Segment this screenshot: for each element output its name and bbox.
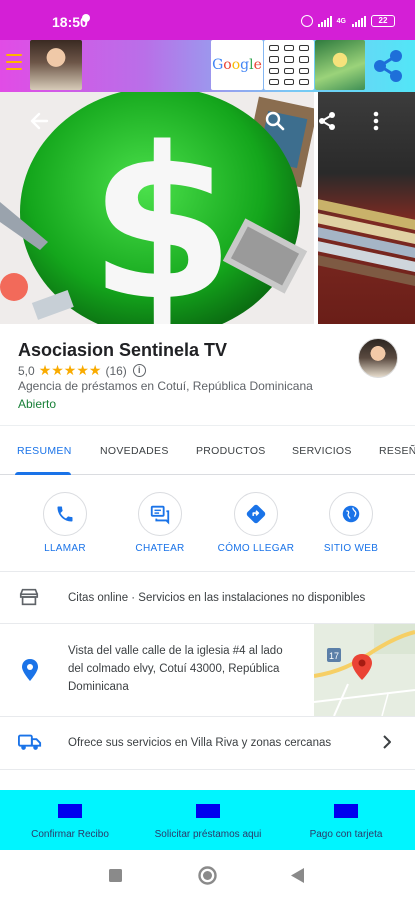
directions-icon[interactable] <box>234 492 278 536</box>
battery-icon: 22 <box>371 15 395 27</box>
signal-icon <box>317 15 332 27</box>
ad-banner[interactable]: Google <box>0 40 415 92</box>
request-loan-icon <box>196 804 220 818</box>
address-line: Vista del valle calle de la iglesia #4 a… <box>68 645 283 657</box>
home-icon[interactable] <box>198 866 217 890</box>
star-rating-icon: ★★★★★ <box>38 362 102 378</box>
confirm-receipt-button[interactable]: Confirmar Recibo <box>22 804 118 840</box>
place-name: Asociasion Sentinela TV <box>18 340 228 360</box>
card-payment-label: Pago con tarjeta <box>309 829 383 840</box>
promo-photo-person[interactable] <box>30 40 82 90</box>
action-buttons: LLAMAR CHATEAR CÓMO LLEGAR SITIO WEB <box>0 480 415 570</box>
chevron-right-icon[interactable] <box>381 734 393 755</box>
location-pin-icon <box>20 658 40 687</box>
review-count[interactable]: (16) <box>105 364 126 378</box>
place-category: Agencia de préstamos en Cotuí, República… <box>18 379 313 393</box>
service-area-row[interactable]: Ofrece sus servicios en Villa Riva y zon… <box>0 717 415 769</box>
active-tab-indicator <box>15 472 71 475</box>
google-logo[interactable]: Google <box>211 40 263 90</box>
tab-novedades[interactable]: NOVEDADES <box>100 445 169 457</box>
chat-label: CHATEAR <box>135 543 185 554</box>
google-letter: G <box>212 57 224 73</box>
tab-resenas[interactable]: RESEÑAS <box>379 445 415 457</box>
info-icon[interactable]: i <box>132 364 146 377</box>
route-shield: 17 <box>329 651 339 661</box>
tab-bar: RESUMEN NOVEDADES PRODUCTOS SERVICIOS RE… <box>0 425 415 475</box>
booking-text: Citas online · Servicios en las instalac… <box>68 592 366 604</box>
back-icon[interactable] <box>291 868 305 888</box>
share-icon[interactable] <box>368 48 408 84</box>
divider <box>0 769 415 770</box>
recents-icon[interactable] <box>109 869 122 887</box>
service-area-text: Ofrece sus servicios en Villa Riva y zon… <box>68 737 332 749</box>
main-photo-dollar[interactable]: $ <box>0 92 314 324</box>
chat-icon[interactable] <box>138 492 182 536</box>
owner-avatar[interactable] <box>358 338 398 378</box>
address-line: Dominicana <box>68 681 129 693</box>
open-status: Abierto <box>18 397 57 411</box>
rating-value: 5,0 <box>18 363 35 378</box>
system-icons: 4G 22 <box>300 15 395 27</box>
tab-servicios[interactable]: SERVICIOS <box>292 445 352 457</box>
website-button[interactable]: SITIO WEB <box>306 492 396 554</box>
tab-productos[interactable]: PRODUCTOS <box>196 445 266 457</box>
phone-icon[interactable] <box>43 492 87 536</box>
request-loan-label: Solicitar préstamos aqui <box>154 829 262 840</box>
promo-photo-fairy[interactable] <box>315 40 365 90</box>
system-nav-bar <box>0 850 415 900</box>
notification-dot-icon <box>82 14 90 22</box>
delivery-truck-icon <box>18 731 42 758</box>
confirm-receipt-label: Confirmar Recibo <box>31 829 109 840</box>
place-header: Asociasion Sentinela TV 5,0 ★★★★★ (16) i… <box>0 324 415 424</box>
search-icon[interactable] <box>264 110 286 137</box>
website-label: SITIO WEB <box>323 543 379 554</box>
call-label: LLAMAR <box>44 543 86 554</box>
apps-grid-icon[interactable] <box>264 40 314 90</box>
photo-gallery[interactable]: $ <box>0 92 415 324</box>
card-payment-button[interactable]: Pago con tarjeta <box>300 804 392 840</box>
google-letter: o <box>223 57 232 73</box>
card-payment-icon <box>334 804 358 818</box>
request-loan-button[interactable]: Solicitar préstamos aqui <box>146 804 270 840</box>
chat-button[interactable]: CHATEAR <box>115 492 205 554</box>
google-letter: o <box>231 57 241 73</box>
status-bar: 18:50 4G 22 <box>0 0 415 40</box>
alarm-icon <box>300 15 313 27</box>
directions-button[interactable]: CÓMO LLEGAR <box>211 492 301 554</box>
booking-row[interactable]: Citas online · Servicios en las instalac… <box>0 572 415 624</box>
network-type: 4G <box>336 17 346 25</box>
custom-bottom-bar: Confirmar Recibo Solicitar préstamos aqu… <box>0 790 415 850</box>
tab-resumen[interactable]: RESUMEN <box>17 445 72 457</box>
storefront-icon <box>18 586 40 613</box>
rating-row[interactable]: 5,0 ★★★★★ (16) i <box>18 362 146 379</box>
google-letter: g <box>240 57 250 73</box>
address-text: Vista del valle calle de la iglesia #4 a… <box>68 642 283 696</box>
globe-icon[interactable] <box>329 492 373 536</box>
google-letter: e <box>253 57 262 73</box>
address-line: del colmado elvy, Cotuí 43000, República <box>68 663 280 675</box>
menu-icon[interactable] <box>6 54 22 75</box>
arrow-back-icon[interactable] <box>28 110 50 137</box>
side-photo[interactable] <box>318 92 415 324</box>
signal-icon-2 <box>352 15 366 27</box>
call-button[interactable]: LLAMAR <box>20 492 110 554</box>
more-vert-icon[interactable] <box>370 110 382 137</box>
directions-label: CÓMO LLEGAR <box>217 543 295 554</box>
confirm-receipt-icon <box>58 804 82 818</box>
svg-text:$: $ <box>89 102 235 324</box>
map-preview[interactable]: 17 <box>314 624 415 716</box>
share-icon[interactable] <box>318 110 338 137</box>
